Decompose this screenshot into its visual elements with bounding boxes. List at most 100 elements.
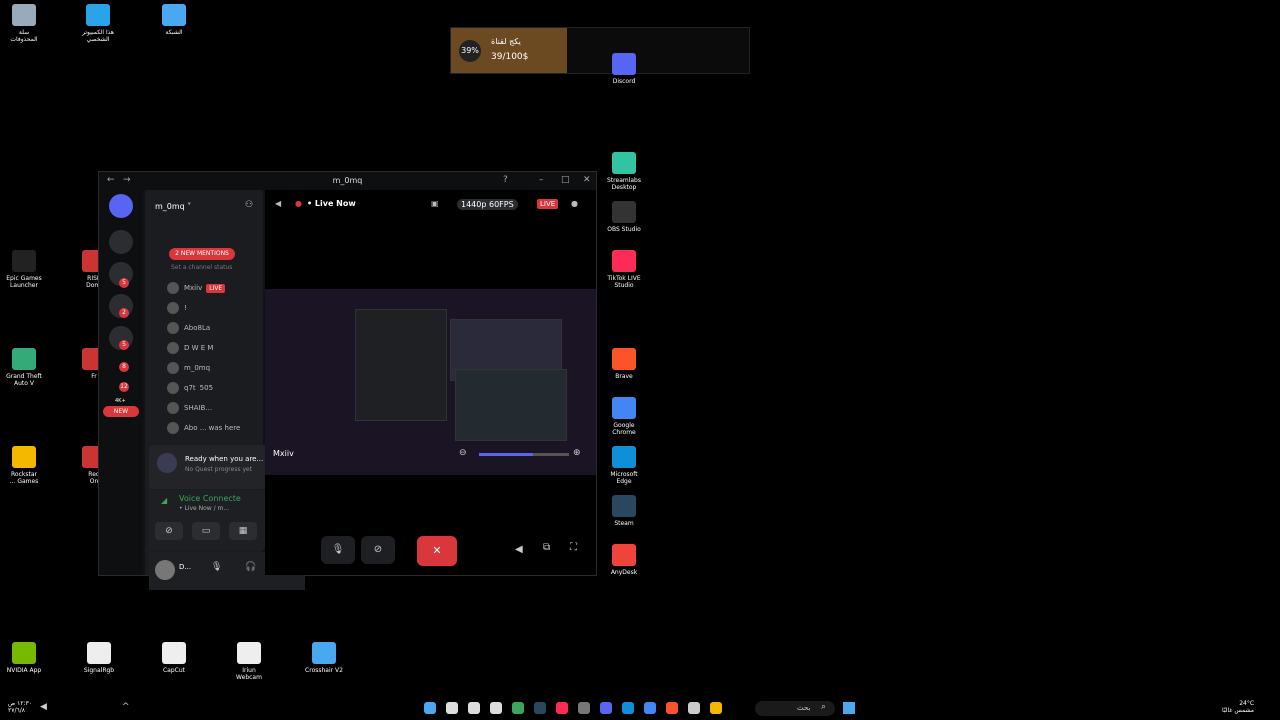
tiktok-live-desktop-icon[interactable]: TikTok LIVE Studio	[596, 250, 652, 289]
search-box[interactable]: بحث ⌕	[755, 701, 835, 716]
voice-member[interactable]: SHAIB...	[167, 402, 212, 414]
camera-off-button[interactable]: ⊘	[155, 522, 183, 540]
volume-icon[interactable]: ◀	[40, 702, 47, 712]
microphone-icon[interactable]: 🎙	[211, 562, 222, 572]
chat-icon[interactable]: ●	[571, 199, 578, 208]
weather-desc: مشمس غالبًا	[1222, 707, 1255, 714]
crosshair-desktop-icon[interactable]: Crosshair V2	[296, 642, 352, 674]
fullscreen-icon[interactable]: ⛶	[570, 542, 577, 553]
discord-taskbar-icon[interactable]	[600, 702, 612, 714]
username: D...	[179, 563, 192, 571]
camera-icon[interactable]: ▣	[431, 199, 439, 208]
chrome-taskbar-icon[interactable]	[644, 702, 656, 714]
brave-taskbar-icon[interactable]	[666, 702, 678, 714]
streamer-name: Mxiiv	[273, 449, 294, 458]
edge-desktop-icon[interactable]: Microsoft Edge	[596, 446, 652, 485]
avatar	[167, 422, 179, 434]
member-name: Abo8La	[184, 324, 211, 332]
obs-desktop-icon[interactable]: OBS Studio	[596, 201, 652, 233]
chrome-desktop-icon[interactable]: Google Chrome	[596, 397, 652, 436]
settings-taskbar-icon[interactable]	[688, 702, 700, 714]
obs-taskbar-icon[interactable]	[490, 702, 502, 714]
server-badge: 2	[119, 308, 129, 318]
system-taskbar-icon[interactable]	[578, 702, 590, 714]
discord-home-icon[interactable]	[109, 194, 133, 218]
stop-stream-button[interactable]: ✕	[417, 536, 457, 566]
member-name: !	[184, 304, 187, 312]
activities-button[interactable]: ▦	[229, 522, 257, 540]
zoom-out-icon[interactable]: ⊖	[459, 448, 467, 458]
steam-taskbar-icon[interactable]	[534, 702, 546, 714]
streamlabs-desktop-icon[interactable]: Streamlabs Desktop	[596, 152, 652, 191]
server-name[interactable]: m_0mq ˅	[155, 202, 191, 211]
taskbar-clock[interactable]: ١٢:٣٠ ص ٢٧/٦/٨	[8, 700, 32, 714]
member-name: m_0mq	[184, 364, 211, 372]
network-desktop-icon[interactable]: الشبكة	[146, 4, 202, 36]
file-explorer-taskbar-icon[interactable]	[710, 702, 722, 714]
avatar	[167, 282, 179, 294]
headphones-icon[interactable]: 🎧	[245, 562, 256, 572]
zoom-in-icon[interactable]: ⊕	[573, 448, 581, 458]
new-badge[interactable]: NEW	[103, 406, 139, 417]
title-bar: ← → m_0mq ? – □ ✕	[99, 172, 596, 190]
avatar[interactable]	[155, 560, 175, 580]
voice-member[interactable]: Mxiiv LIVE	[167, 282, 226, 294]
chevron-up-icon[interactable]: ^	[122, 702, 130, 712]
taskbar: ١٢:٣٠ ص ٢٧/٦/٨ ◀ ^ بحث ⌕ 24°C مشمس غالبً…	[0, 698, 1280, 720]
new-mentions-badge[interactable]: 2 NEW MENTIONS	[169, 248, 235, 260]
capcut-desktop-icon[interactable]: CapCut	[146, 642, 202, 674]
this-pc-desktop-icon[interactable]: هذا الكمبيوتر الشخصي	[70, 4, 126, 43]
maximize-icon[interactable]: □	[561, 175, 570, 185]
server-icon[interactable]	[109, 230, 133, 254]
help-icon[interactable]: ?	[503, 175, 508, 185]
capcut-taskbar-icon[interactable]	[468, 702, 480, 714]
channel-status-placeholder[interactable]: Set a channel status	[171, 264, 232, 271]
avatar	[167, 322, 179, 334]
speaker-icon[interactable]: ◀	[515, 544, 523, 555]
xbox-taskbar-icon[interactable]	[512, 702, 524, 714]
voice-member[interactable]: q7t 505	[167, 382, 213, 394]
live-badge: LIVE	[537, 199, 559, 209]
signalrgb-desktop-icon[interactable]: SignalRgb	[71, 642, 127, 674]
stream-video[interactable]: Mxiiv ⊖ ⊕	[265, 289, 596, 475]
rockstar-desktop-icon[interactable]: Rockstar ... Games	[0, 446, 52, 485]
desktop-icon-label: الشبكة	[165, 29, 183, 36]
minimize-icon[interactable]: –	[539, 175, 544, 185]
voice-member[interactable]: Abo ... was here	[167, 422, 240, 434]
popout-icon[interactable]: ⧉	[543, 542, 550, 553]
steam-icon	[612, 495, 636, 517]
add-friend-icon[interactable]: ⚇	[245, 200, 253, 210]
voice-member[interactable]: Abo8La	[167, 322, 210, 334]
epic-games-desktop-icon[interactable]: Epic Games Launcher	[0, 250, 52, 289]
volume-slider[interactable]	[479, 453, 569, 456]
iriun-desktop-icon[interactable]: Iriun Webcam	[221, 642, 277, 681]
windows-start-icon[interactable]	[843, 702, 855, 714]
edge-taskbar-icon[interactable]	[622, 702, 634, 714]
brave-desktop-icon[interactable]: Brave	[596, 348, 652, 380]
desktop-icon-label: AnyDesk	[610, 569, 638, 576]
voice-member[interactable]: D W E M	[167, 342, 213, 354]
voice-member[interactable]: !	[167, 302, 187, 314]
close-icon[interactable]: ✕	[583, 175, 591, 185]
server-name-text: m_0mq	[155, 202, 185, 211]
voice-status[interactable]: Voice Connecte	[179, 494, 241, 503]
discord-desktop-icon[interactable]: Discord	[596, 53, 652, 85]
screen-share-button[interactable]: ▭	[192, 522, 220, 540]
gta-v-desktop-icon[interactable]: Grand Theft Auto V	[0, 348, 52, 387]
camera-off-button[interactable]: ⊘	[361, 536, 395, 564]
anydesk-desktop-icon[interactable]: AnyDesk	[596, 544, 652, 576]
tiktok-taskbar-icon[interactable]	[556, 702, 568, 714]
recycle-bin-desktop-icon[interactable]: سلة المحذوفات	[0, 4, 52, 43]
quest-icon	[157, 453, 177, 473]
media-player-taskbar-icon[interactable]	[446, 702, 458, 714]
microphone-button[interactable]: 🎙	[321, 536, 355, 564]
editor-taskbar-icon[interactable]	[424, 702, 436, 714]
search-placeholder: بحث	[797, 704, 811, 712]
voice-member[interactable]: m_0mq	[167, 362, 210, 374]
server-badge: 12	[119, 382, 129, 392]
steam-desktop-icon[interactable]: Steam	[596, 495, 652, 527]
nvidia-desktop-icon[interactable]: NVIDIA App	[0, 642, 52, 674]
goal-title: يكج لقناة	[491, 37, 521, 46]
member-tag: LIVE	[206, 284, 226, 293]
weather-widget[interactable]: 24°C مشمس غالبًا	[1222, 700, 1254, 714]
